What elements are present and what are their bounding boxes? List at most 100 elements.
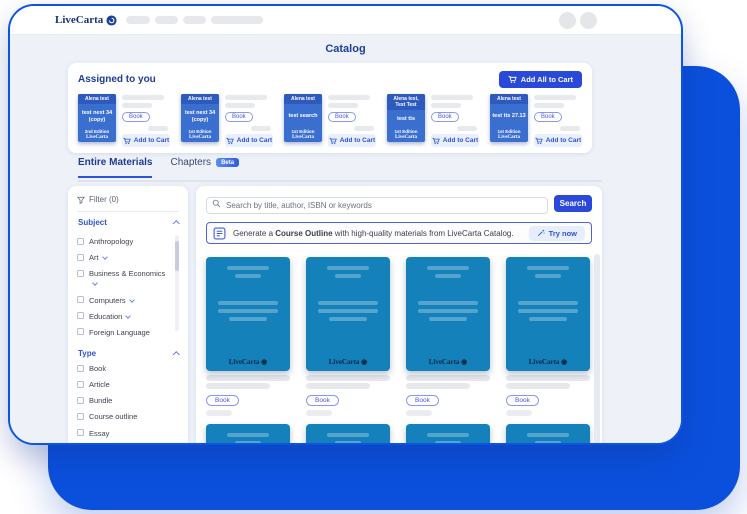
book-author: Alena test, Test Test — [387, 94, 425, 110]
checkbox[interactable] — [77, 397, 84, 404]
book-cover[interactable] — [506, 424, 590, 445]
catalog-grid: LiveCarta ◉ Book — [206, 257, 592, 445]
checkbox[interactable] — [77, 296, 84, 303]
filter-title: Filter (0) — [89, 195, 119, 204]
search-button[interactable]: Search — [554, 195, 592, 212]
add-to-cart-button[interactable]: Add to Cart — [122, 134, 170, 147]
book-cover-mini[interactable]: Alena test test tts 27.13 1st Edition Li… — [490, 94, 528, 142]
search-row: Search — [206, 195, 592, 214]
filter-option[interactable]: Bundle — [77, 396, 179, 406]
filter-option[interactable]: Computers — [77, 296, 171, 306]
checkbox[interactable] — [77, 365, 84, 372]
checkbox[interactable] — [77, 328, 84, 335]
placeholder-line — [235, 441, 261, 445]
checkbox[interactable] — [77, 429, 84, 436]
add-all-to-cart-button[interactable]: Add All to Cart — [499, 71, 582, 88]
placeholder-line — [534, 103, 564, 108]
filter-option[interactable]: Anthropology — [77, 237, 171, 247]
book-author: Alena test — [181, 94, 219, 104]
book-cover[interactable] — [206, 424, 290, 445]
try-now-button[interactable]: Try now — [529, 226, 585, 241]
placeholder-line — [560, 126, 580, 131]
add-to-cart-button[interactable]: Add to Cart — [431, 134, 479, 147]
checkbox[interactable] — [77, 381, 84, 388]
book-cover[interactable] — [306, 424, 390, 445]
book-cover-mini[interactable]: Alena test test next 34 (copy) 1st Editi… — [181, 94, 219, 142]
book-cover[interactable]: LiveCarta ◉ — [306, 257, 390, 371]
assigned-card: Alena test test next 34 (copy) 2nd Editi… — [78, 94, 170, 147]
filter-option[interactable]: Business & Economics — [77, 269, 171, 289]
filter-header[interactable]: Filter (0) — [77, 195, 179, 212]
placeholder-line — [122, 103, 152, 108]
chevron-down-icon — [126, 313, 132, 319]
filter-section-type[interactable]: Type — [78, 349, 178, 358]
nav-item-placeholder[interactable] — [211, 16, 263, 24]
nav-item-placeholder[interactable] — [126, 16, 150, 24]
placeholder-line — [225, 103, 255, 108]
add-to-cart-button[interactable]: Add to Cart — [534, 134, 582, 147]
book-type-badge: Book — [534, 112, 562, 122]
book-cover-mini[interactable]: Alena test test search 1st Edition LiveC… — [284, 94, 322, 142]
book-cover-mini[interactable]: Alena test, Test Test test tts 1st Editi… — [387, 94, 425, 142]
nav-item-placeholder[interactable] — [155, 16, 178, 24]
filter-option[interactable]: Foreign Language Study — [77, 328, 171, 337]
placeholder-line — [535, 441, 561, 445]
filter-option[interactable]: Art — [77, 253, 171, 263]
cover-brand: LiveCarta ◉ — [306, 358, 390, 366]
filter-option-label: Book — [89, 364, 106, 374]
filter-option[interactable]: Article — [77, 380, 179, 390]
checkbox[interactable] — [77, 312, 84, 319]
chevron-up-icon — [173, 220, 179, 226]
search-icon — [212, 199, 221, 208]
filter-option[interactable]: Essay — [77, 429, 179, 439]
chevron-down-icon — [102, 254, 108, 260]
assigned-card: Alena test test search 1st Edition LiveC… — [284, 94, 376, 147]
search-input[interactable] — [206, 197, 548, 214]
assigned-card: Alena test test tts 27.13 1st Edition Li… — [490, 94, 582, 147]
checkbox[interactable] — [77, 413, 84, 420]
book-cover-mini[interactable]: Alena test test next 34 (copy) 2nd Editi… — [78, 94, 116, 142]
placeholder-line — [418, 301, 478, 305]
assigned-cards-row: Alena test test next 34 (copy) 2nd Editi… — [78, 94, 582, 147]
assigned-card-details: Book Add to Cart — [328, 94, 376, 147]
nav-placeholders — [126, 16, 263, 24]
page: Catalog Assigned to you Add All to Cart — [10, 35, 681, 443]
catalog-item-partial — [406, 424, 490, 445]
tab-chapters[interactable]: Chapters Beta — [170, 157, 239, 176]
add-to-cart-button[interactable]: Add to Cart — [328, 134, 376, 147]
materials-tabs: Entire Materials Chapters Beta — [78, 157, 239, 178]
placeholder-line — [329, 317, 367, 321]
book-brand: LiveCarta — [490, 134, 528, 142]
filter-option[interactable]: Book — [77, 364, 179, 374]
filter-option-label: Art — [89, 253, 107, 263]
filter-option[interactable]: Education — [77, 312, 171, 322]
scrollbar-thumb[interactable] — [175, 241, 179, 271]
placeholder-line — [406, 375, 490, 381]
header-circle-placeholder[interactable] — [559, 12, 576, 29]
add-to-cart-button[interactable]: Add to Cart — [225, 134, 273, 147]
filter-option[interactable]: Course outline — [77, 412, 179, 422]
header-circle-placeholder[interactable] — [580, 12, 597, 29]
book-cover[interactable]: LiveCarta ◉ — [406, 257, 490, 371]
placeholder-line — [218, 301, 278, 305]
filter-option-label: Computers — [89, 296, 134, 306]
placeholder-line — [427, 266, 469, 270]
placeholder-line — [306, 410, 332, 416]
logo-text: LiveCarta — [55, 14, 103, 26]
assigned-card: Alena test test next 34 (copy) 1st Editi… — [181, 94, 273, 147]
checkbox[interactable] — [77, 238, 84, 245]
tab-entire-materials[interactable]: Entire Materials — [78, 157, 152, 178]
book-cover[interactable]: LiveCarta ◉ — [506, 257, 590, 371]
book-cover[interactable] — [406, 424, 490, 445]
placeholder-line — [318, 301, 378, 305]
book-cover[interactable]: LiveCarta ◉ — [206, 257, 290, 371]
filter-section-subject[interactable]: Subject — [78, 218, 178, 227]
assigned-card-details: Book Add to Cart — [431, 94, 479, 147]
scrollbar-thumb[interactable] — [594, 254, 600, 445]
checkbox[interactable] — [77, 254, 84, 261]
placeholder-line — [335, 441, 361, 445]
nav-item-placeholder[interactable] — [183, 16, 206, 24]
checkbox[interactable] — [77, 270, 84, 277]
book-author: Alena test — [490, 94, 528, 104]
logo[interactable]: LiveCarta — [55, 14, 117, 26]
